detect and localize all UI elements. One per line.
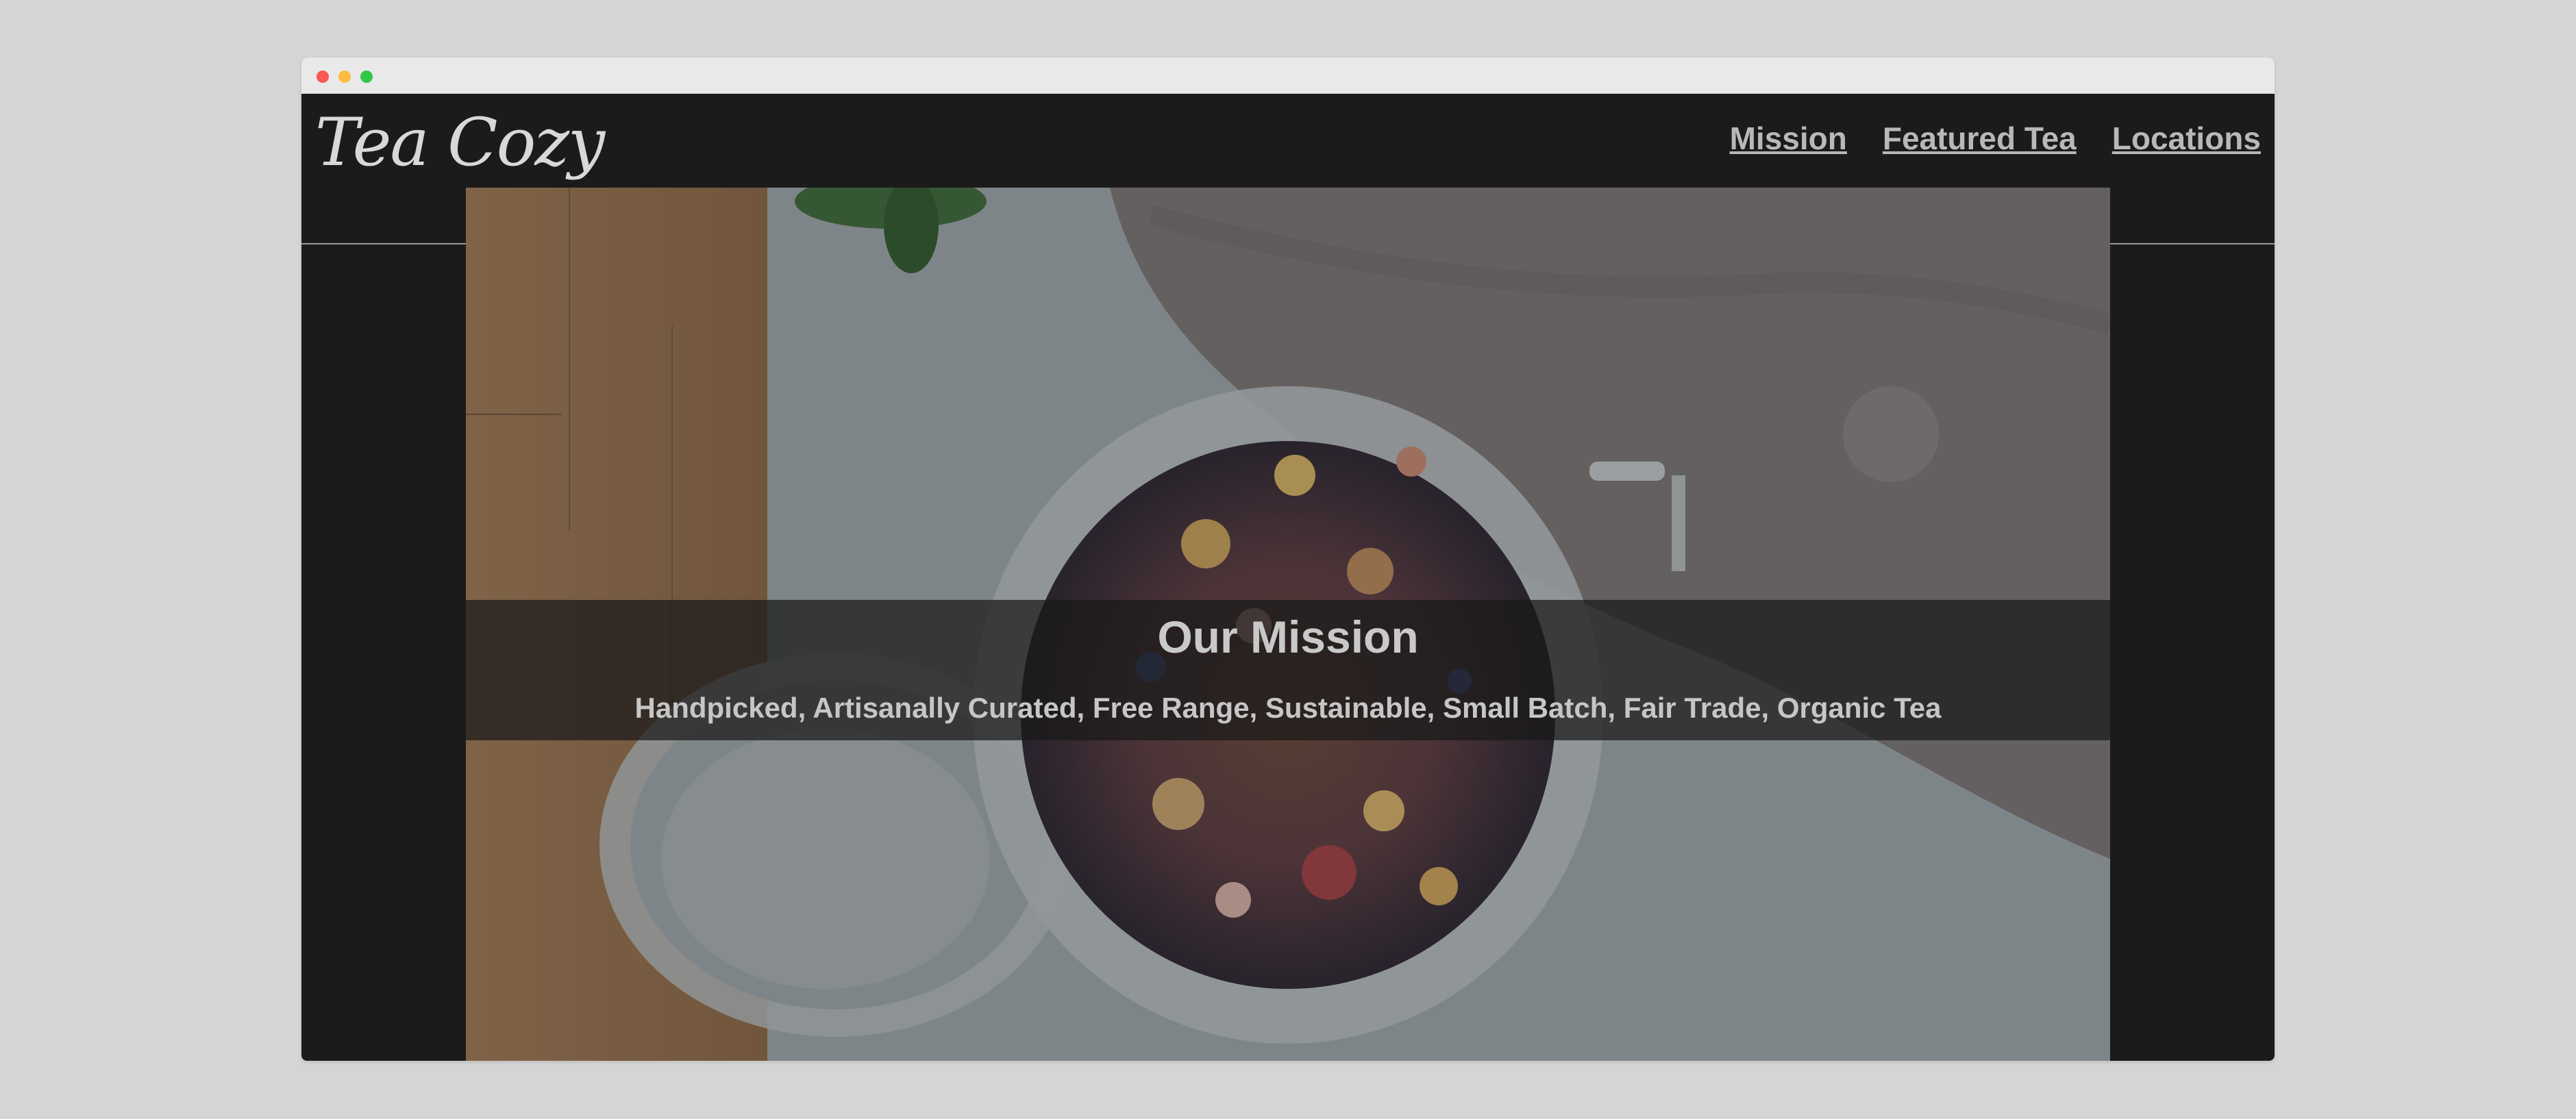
minimize-window-icon[interactable]	[338, 71, 351, 83]
browser-window: Tea Cozy Mission Featured Tea Locations	[301, 58, 2275, 1061]
window-titlebar	[301, 58, 2275, 94]
mission-title: Our Mission	[1157, 612, 1419, 662]
maximize-window-icon[interactable]	[360, 71, 373, 83]
nav-link-locations[interactable]: Locations	[2112, 120, 2261, 157]
nav-link-mission[interactable]: Mission	[1730, 120, 1847, 157]
mission-banner: Our Mission Handpicked, Artisanally Cura…	[466, 600, 2110, 740]
site-logo[interactable]: Tea Cozy	[315, 105, 605, 180]
close-window-icon[interactable]	[317, 71, 329, 83]
hero-section: Our Mission Handpicked, Artisanally Cura…	[466, 188, 2110, 1061]
main-nav: Mission Featured Tea Locations	[1730, 120, 2261, 157]
mission-subtitle: Handpicked, Artisanally Curated, Free Ra…	[634, 692, 1942, 724]
nav-link-featured-tea[interactable]: Featured Tea	[1883, 120, 2077, 157]
